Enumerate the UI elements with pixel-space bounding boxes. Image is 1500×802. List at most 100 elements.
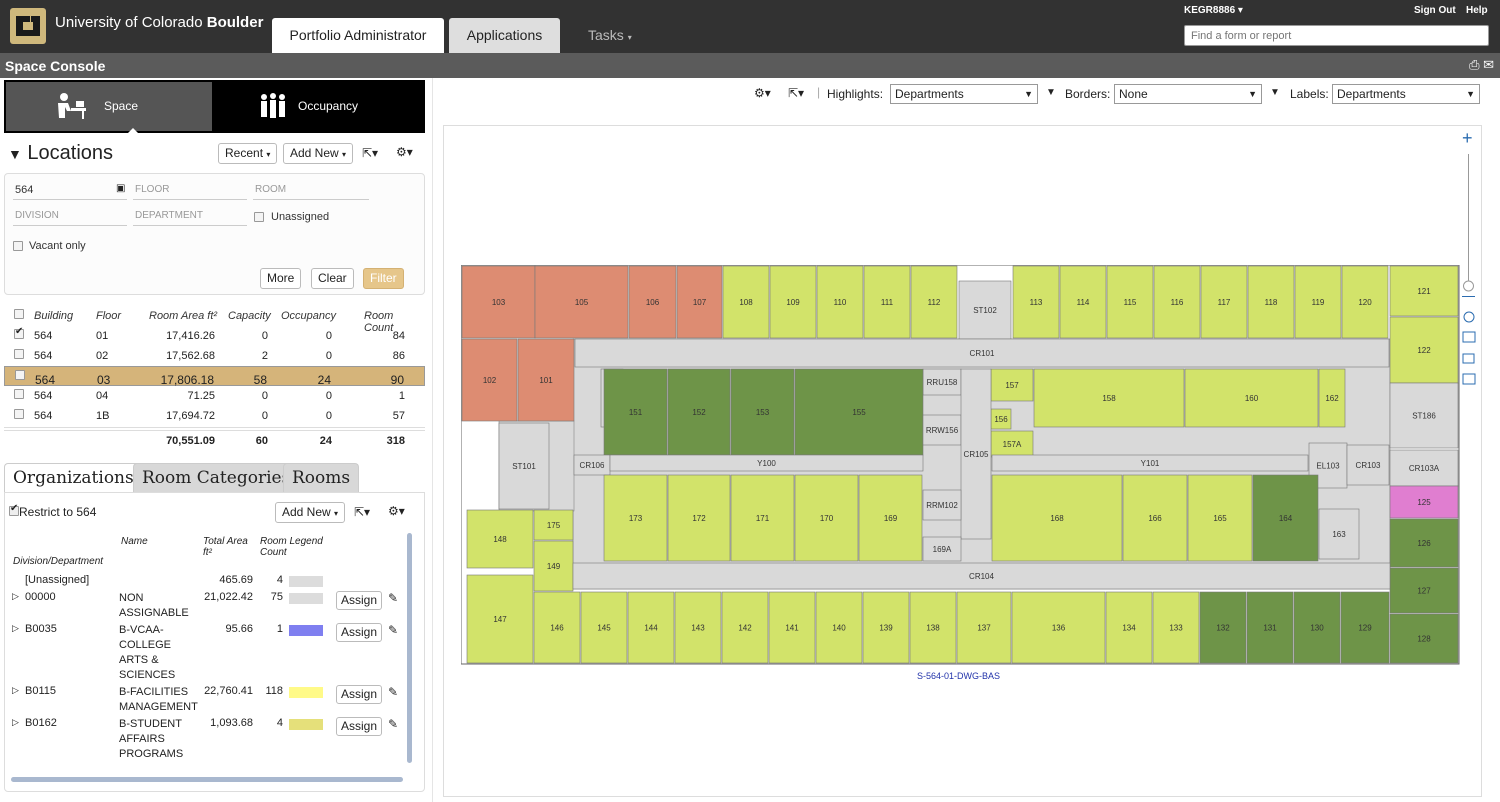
building-input[interactable]: 564 [13,182,127,200]
gear-icon[interactable]: ⚙▾ [388,504,405,518]
room-136[interactable]: 136 [1011,591,1106,664]
room-166[interactable]: 166 [1122,474,1188,562]
room-162[interactable]: 162 [1318,368,1346,428]
room-cr104[interactable]: CR104 [572,562,1391,590]
legend-toggle-icon[interactable]: ▼ [1270,87,1280,98]
add-new-location-button[interactable]: Add New ▾ [283,143,354,164]
room-118[interactable]: 118 [1247,265,1295,339]
filter-button[interactable]: Filter [363,268,404,289]
tab-occupancy[interactable]: Occupancy [214,82,423,131]
room-112[interactable]: 112 [910,265,958,339]
user-menu[interactable]: KEGR8886 ▾ [1184,5,1243,16]
org-row[interactable]: ▷ B0035 B-VCAA-COLLEGE ARTS & SCIENCES 9… [5,623,415,683]
vacant-only-checkbox[interactable] [13,241,23,251]
room-147[interactable]: 147 [466,574,534,664]
room-108[interactable]: 108 [722,265,770,339]
room-170[interactable]: 170 [794,474,859,562]
row-checkbox[interactable] [14,389,24,399]
find-form-input[interactable] [1184,25,1489,46]
room-rrm102[interactable]: RRM102 [922,489,962,521]
room-106[interactable]: 106 [628,265,677,339]
room-146[interactable]: 146 [533,591,581,664]
assign-button[interactable]: Assign [336,717,383,736]
room-140[interactable]: 140 [815,591,863,664]
horizontal-scrollbar[interactable] [11,777,403,782]
department-input[interactable]: DEPARTMENT [133,208,247,226]
room-y101[interactable]: Y101 [991,454,1309,472]
highlights-select[interactable]: Departments ▼ [890,84,1038,104]
expand-icon[interactable]: ▷ [12,685,19,696]
room-131[interactable]: 131 [1246,591,1294,664]
room-103[interactable]: 103 [461,265,536,339]
room-114[interactable]: 114 [1059,265,1107,339]
floor-plan[interactable]: 103 105 106 107 108 109 110 111 112 ST102 113 114 11… [461,265,1461,665]
table-row[interactable]: 564 02 17,562.68 2 0 86 [4,346,425,366]
row-checkbox[interactable] [15,370,25,380]
room-156[interactable]: 156 [990,408,1012,430]
room-164[interactable]: 164 [1252,474,1319,562]
row-checkbox[interactable] [14,349,24,359]
room-111[interactable]: 111 [863,265,911,339]
fit-extent-icon[interactable] [1462,331,1476,343]
zoom-out-icon[interactable] [1462,296,1475,297]
tab-rooms[interactable]: Rooms [283,463,360,493]
tab-space[interactable]: Space [6,82,212,137]
room-113[interactable]: 113 [1012,265,1060,339]
room-172[interactable]: 172 [667,474,731,562]
room-cr106[interactable]: CR106 [573,454,611,476]
room-119[interactable]: 119 [1294,265,1342,339]
pencil-icon[interactable]: ✎ [388,591,398,605]
room-141[interactable]: 141 [768,591,816,664]
pencil-icon[interactable]: ✎ [388,685,398,699]
room-175[interactable]: 175 [533,509,574,541]
room-157[interactable]: 157 [990,368,1034,402]
room-115[interactable]: 115 [1106,265,1154,339]
email-icon[interactable]: ✉ [1483,57,1494,72]
room-125[interactable]: 125 [1389,485,1459,519]
room-110[interactable]: 110 [816,265,864,339]
room-rrw156[interactable]: RRW156 [922,414,962,446]
gear-icon[interactable]: ⚙▾ [754,86,771,100]
room-cr103[interactable]: CR103 [1346,444,1390,486]
room-145[interactable]: 145 [580,591,628,664]
expand-icon[interactable]: ▷ [12,591,19,602]
restrict-checkbox[interactable]: ✔ [9,503,19,516]
room-149[interactable]: 149 [533,540,574,592]
export-icon[interactable]: ⇱▾ [354,505,370,519]
room-148[interactable]: 148 [466,509,534,569]
room-134[interactable]: 134 [1105,591,1153,664]
pencil-icon[interactable]: ✎ [388,717,398,731]
table-row[interactable]: ✔ 564 01 17,416.26 0 0 84 [4,326,425,346]
room-142[interactable]: 142 [721,591,769,664]
room-143[interactable]: 143 [674,591,722,664]
room-input[interactable]: ROOM [253,182,369,200]
col-occupancy[interactable]: Occupancy [281,310,336,322]
clear-button[interactable]: Clear [311,268,354,289]
floor-input[interactable]: FLOOR [133,182,247,200]
panel-splitter[interactable] [432,78,433,802]
assign-button[interactable]: Assign [336,685,383,704]
room-127[interactable]: 127 [1389,567,1459,614]
room-122[interactable]: 122 [1389,316,1459,384]
sign-out-link[interactable]: Sign Out [1414,5,1456,16]
room-107[interactable]: 107 [676,265,723,339]
col-capacity[interactable]: Capacity [228,310,271,322]
select-area-icon[interactable] [1462,353,1475,364]
table-row[interactable]: 564 04 71.25 0 0 1 [4,386,425,406]
room-102[interactable]: 102 [461,338,518,422]
table-row[interactable]: 564 03 17,806.18 58 24 90 [4,366,425,387]
zoom-slider-track[interactable] [1468,154,1469,284]
room-160[interactable]: 160 [1184,368,1319,428]
org-row[interactable]: ▷ B0115 B-FACILITIES MANAGEMENT 22,760.4… [5,685,415,715]
print-icon[interactable]: ⎙ [1469,57,1479,72]
room-st101[interactable]: ST101 [498,422,550,510]
more-button[interactable]: More [260,268,302,289]
unassigned-checkbox[interactable] [254,212,264,222]
recent-button[interactable]: Recent ▾ [218,143,278,164]
room-120[interactable]: 120 [1341,265,1389,339]
assign-button[interactable]: Assign [336,591,383,610]
pencil-icon[interactable]: ✎ [388,623,398,637]
zoom-slider-handle[interactable] [1463,280,1474,292]
tab-tasks[interactable]: Tasks ▾ [572,18,648,53]
room-163[interactable]: 163 [1318,508,1360,560]
